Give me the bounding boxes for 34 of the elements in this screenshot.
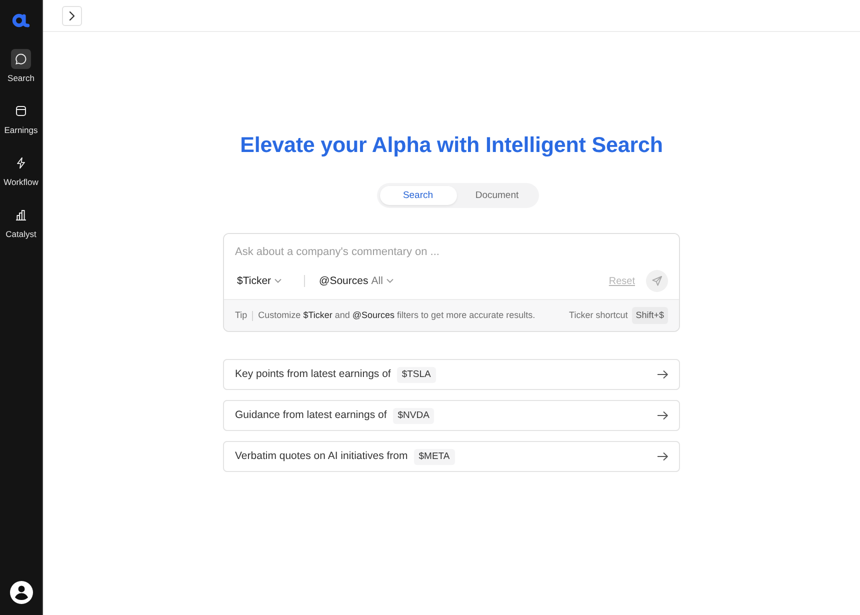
tip-label: Tip [235, 308, 248, 322]
calendar-icon [15, 105, 27, 117]
caret-icon [386, 278, 394, 284]
bar-chart-icon [15, 209, 27, 221]
mode-tab[interactable]: Document [458, 186, 536, 205]
filter-dropdown[interactable]: @Sources All [317, 274, 396, 288]
filter-dropdown[interactable]: $Ticker [235, 274, 284, 288]
sidebar-item[interactable]: Earnings [0, 101, 42, 136]
page-title: Elevate your Alpha with Intelligent Search [240, 132, 663, 158]
ticker-tag: $TSLA [396, 366, 436, 382]
ticker-tag: $NVDA [392, 408, 434, 424]
arrow-right-icon [657, 370, 668, 379]
avatar-icon[interactable] [10, 581, 32, 604]
sidebar-item[interactable]: Search [0, 49, 42, 84]
send-icon [652, 276, 662, 286]
mode-tab[interactable]: Search [380, 186, 456, 205]
suggestion-item[interactable]: Verbatim quotes on AI initiatives from $META [223, 441, 680, 472]
arrow-right-icon [657, 452, 668, 461]
ticker-tag: $META [414, 448, 455, 464]
sidebar-item[interactable]: Workflow [0, 153, 42, 188]
logo-icon [12, 12, 30, 28]
suggestion-item[interactable]: Guidance from latest earnings of $NVDA [223, 400, 680, 431]
sidebar-item[interactable]: Catalyst [0, 205, 42, 240]
lightning-icon [15, 157, 27, 169]
shortcut-key: Shift+$ [632, 307, 668, 324]
chevron-right-icon [67, 10, 77, 20]
tip-text: Customize $Ticker and @Sources filters to get more accurate results. [258, 308, 536, 322]
suggestion-item[interactable]: Key points from latest earnings of $TSLA [223, 359, 680, 390]
caret-icon [274, 278, 282, 284]
expand-sidebar-button[interactable] [62, 6, 82, 26]
shortcut-label: Ticker shortcut [569, 308, 628, 322]
query-input[interactable]: Ask about a company's commentary on ... [235, 245, 668, 259]
arrow-right-icon [657, 411, 668, 420]
chat-bubble-icon [15, 53, 27, 65]
